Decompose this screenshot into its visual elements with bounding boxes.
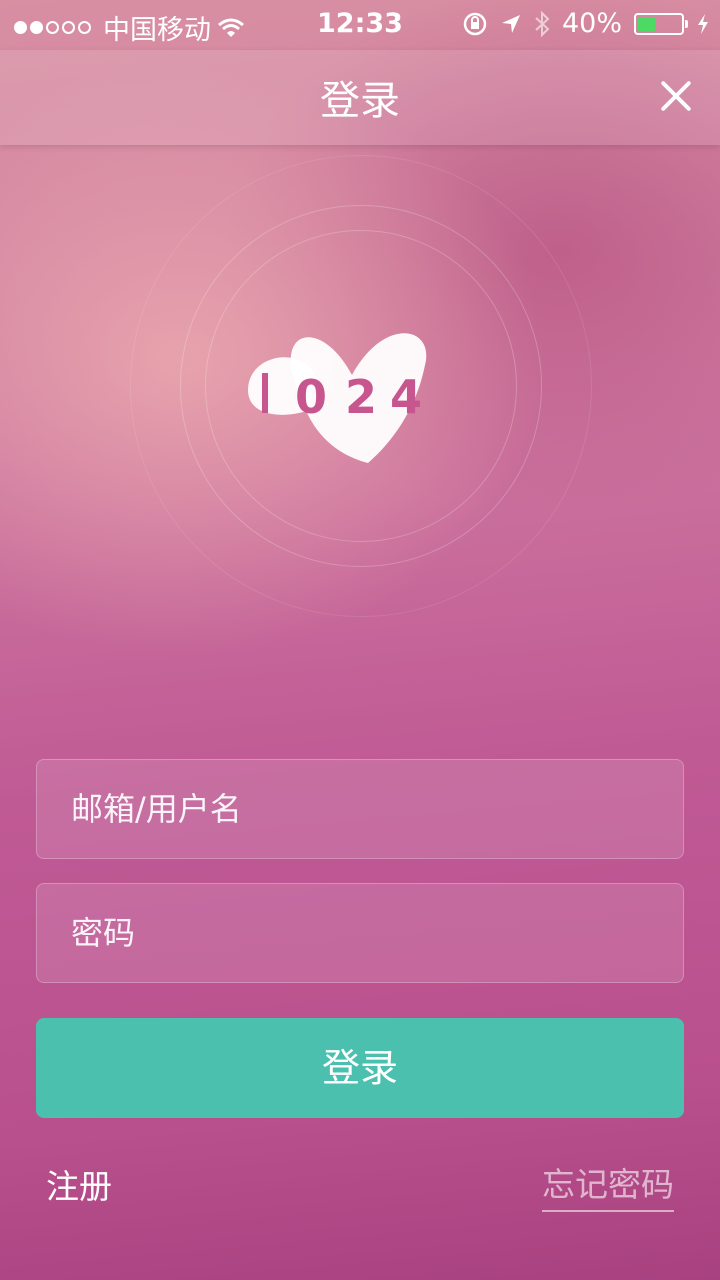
status-bar: 中国移动 12:33 40% xyxy=(0,0,720,50)
close-icon[interactable] xyxy=(658,78,694,114)
forgot-password-link[interactable]: 忘记密码 xyxy=(542,1158,674,1212)
svg-text:0: 0 xyxy=(295,370,327,424)
password-field[interactable] xyxy=(36,883,684,983)
location-icon xyxy=(501,14,520,33)
svg-text:2: 2 xyxy=(345,370,377,424)
nav-bar: 登录 xyxy=(0,50,720,145)
page-title: 登录 xyxy=(320,78,400,124)
logo-area: 0 2 4 1024 xyxy=(130,155,592,617)
app-logo: 0 2 4 xyxy=(248,333,427,463)
rotation-lock-icon xyxy=(463,12,487,35)
username-input[interactable] xyxy=(37,760,683,858)
bluetooth-icon xyxy=(535,10,550,37)
password-input[interactable] xyxy=(37,884,683,982)
status-bar-right: 40% xyxy=(462,8,710,39)
register-link[interactable]: 注册 xyxy=(46,1160,112,1208)
battery-percent: 40% xyxy=(561,8,622,39)
charging-icon xyxy=(698,13,708,34)
svg-text:4: 4 xyxy=(390,370,422,424)
username-field[interactable] xyxy=(36,759,684,859)
login-button[interactable]: 登录 xyxy=(36,1018,684,1118)
battery-icon xyxy=(634,12,688,35)
